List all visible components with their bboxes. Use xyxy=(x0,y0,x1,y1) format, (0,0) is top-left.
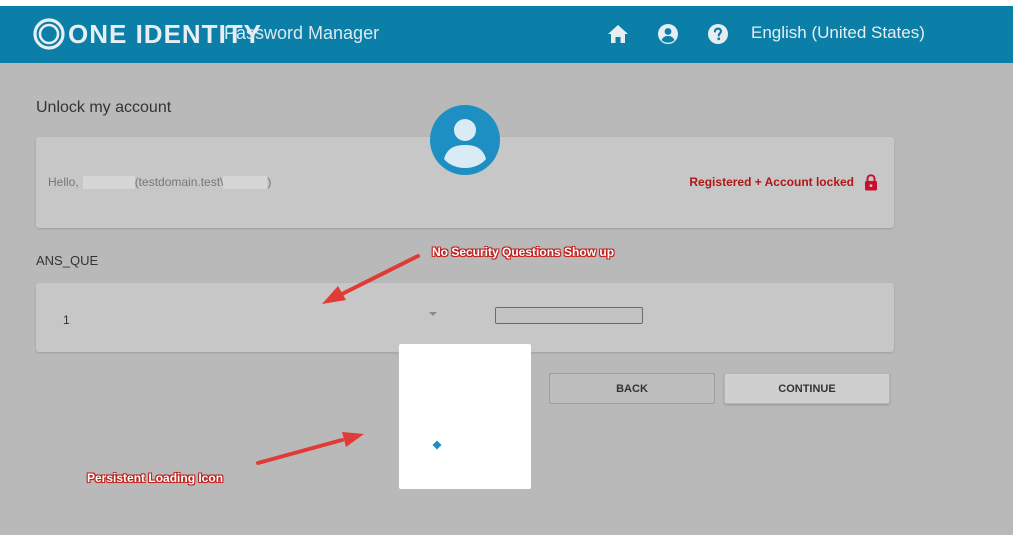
question-number: 1 xyxy=(63,313,70,327)
arrow-to-loading xyxy=(256,438,344,465)
app-header: ONE IDENTITY Password Manager English (U… xyxy=(0,6,1013,63)
lock-icon xyxy=(865,174,877,191)
annotation-loading: Persistent Loading Icon xyxy=(87,471,224,485)
security-question-card: 1 xyxy=(36,283,894,352)
answer-input[interactable] xyxy=(495,307,643,324)
continue-button[interactable]: CONTINUE xyxy=(724,373,890,404)
annotation-no-questions: No Security Questions Show up xyxy=(432,245,615,259)
hello-prefix: Hello, xyxy=(48,175,79,189)
logo-o-icon xyxy=(33,18,65,50)
user-circle-icon[interactable] xyxy=(657,23,679,45)
arrow-head-loading xyxy=(342,432,364,447)
redacted-username xyxy=(82,175,135,189)
page-title: Unlock my account xyxy=(36,99,172,116)
language-selector[interactable]: English (United States) xyxy=(751,23,925,43)
back-button[interactable]: BACK xyxy=(549,373,715,404)
caret-down-icon[interactable] xyxy=(426,309,440,319)
home-icon[interactable] xyxy=(607,23,629,45)
user-greeting: Hello, (testdomain.test\ ) xyxy=(48,175,271,189)
questions-section-label: ANS_QUE xyxy=(36,253,99,268)
app-name: Password Manager xyxy=(224,23,380,43)
domain-text: (testdomain.test\ xyxy=(134,175,224,189)
loading-overlay xyxy=(399,344,531,489)
help-icon[interactable] xyxy=(707,23,729,45)
domain-close: ) xyxy=(267,175,272,189)
avatar-icon xyxy=(430,105,500,175)
account-status: Registered + Account locked xyxy=(689,175,854,189)
loading-spinner-icon xyxy=(432,440,442,450)
redacted-account xyxy=(223,175,268,189)
